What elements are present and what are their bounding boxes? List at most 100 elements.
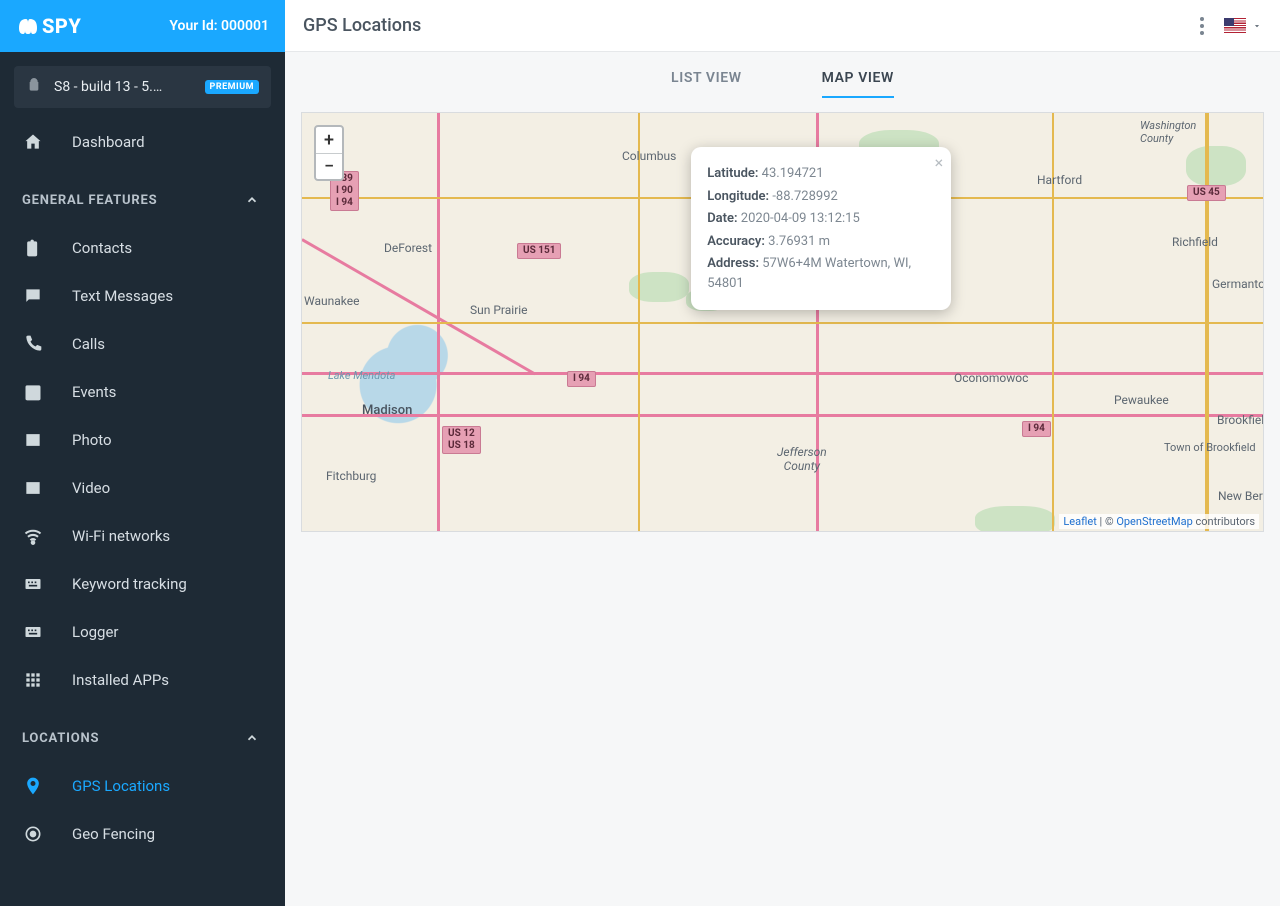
map-road — [302, 322, 1263, 324]
popup-date-label: Date: — [707, 211, 737, 226]
nav-keyword-tracking[interactable]: Keyword tracking — [0, 560, 285, 608]
map-popup: × Latitude: 43.194721 Longitude: -88.728… — [691, 147, 951, 310]
pin-icon — [22, 776, 44, 796]
road-shield: US 45 — [1187, 185, 1226, 201]
popup-lat-value: 43.194721 — [762, 166, 824, 181]
nav-contacts[interactable]: Contacts — [0, 224, 285, 272]
attribution-sep: | © — [1097, 515, 1117, 528]
video-icon — [22, 478, 44, 498]
city-label: Madison — [362, 403, 412, 418]
wifi-icon — [22, 526, 44, 546]
target-icon — [22, 824, 44, 844]
chevron-up-icon — [241, 731, 263, 745]
road-shield: US 151 — [517, 243, 561, 259]
nav-photo[interactable]: Photo — [0, 416, 285, 464]
nav-dashboard-label: Dashboard — [72, 133, 145, 151]
nav-geofencing-label: Geo Fencing — [72, 825, 155, 843]
map-road — [638, 113, 640, 531]
popup-lon-label: Longitude: — [707, 189, 769, 204]
tab-map-view[interactable]: MAP VIEW — [822, 70, 894, 98]
chevron-up-icon — [241, 193, 263, 207]
lake-label: Lake Mendota — [328, 369, 395, 382]
city-label: Columbus — [622, 149, 676, 163]
your-id: Your Id: 000001 — [169, 18, 269, 34]
map-green — [975, 506, 1055, 532]
map-road — [302, 372, 1263, 375]
brand-logo[interactable]: SPY — [16, 14, 81, 38]
section-general-title: GENERAL FEATURES — [22, 193, 157, 208]
more-menu-button[interactable] — [1194, 11, 1210, 41]
device-name: S8 - build 13 - 5.… — [54, 79, 193, 95]
popup-address-label: Address: — [707, 256, 759, 271]
image-icon — [22, 430, 44, 450]
nav-geo-fencing[interactable]: Geo Fencing — [0, 810, 285, 858]
language-selector[interactable] — [1224, 18, 1262, 33]
sidebar-header: SPY Your Id: 000001 — [0, 0, 285, 52]
view-tabs: LIST VIEW MAP VIEW — [285, 52, 1280, 112]
map-road — [302, 414, 1263, 417]
popup-lat-label: Latitude: — [707, 166, 758, 181]
road-shield: I 94 — [1022, 421, 1051, 437]
nav-events[interactable]: Events — [0, 368, 285, 416]
tab-list-view[interactable]: LIST VIEW — [671, 70, 742, 98]
attribution-tail: contributors — [1193, 515, 1255, 528]
map-attribution: Leaflet | © OpenStreetMap contributors — [1059, 514, 1259, 529]
nav-events-label: Events — [72, 383, 116, 401]
map-zoom-controls: + − — [314, 125, 344, 181]
city-label: New Berlin — [1218, 489, 1264, 503]
nav-wifi[interactable]: Wi-Fi networks — [0, 512, 285, 560]
keyboard-icon — [22, 622, 44, 642]
nav-photo-label: Photo — [72, 431, 112, 449]
sidebar: SPY Your Id: 000001 S8 - build 13 - 5.… … — [0, 0, 285, 906]
sidebar-nav: Dashboard GENERAL FEATURES Contacts Text… — [0, 118, 285, 906]
city-label: Town of Brookfield — [1164, 441, 1256, 454]
topbar: GPS Locations — [285, 0, 1280, 52]
premium-badge: PREMIUM — [205, 80, 259, 94]
section-locations-title: LOCATIONS — [22, 731, 99, 746]
nav-calls-label: Calls — [72, 335, 105, 353]
city-label: Brookfield — [1217, 413, 1264, 427]
popup-lon-value: -88.728992 — [772, 189, 837, 204]
popup-date-value: 2020-04-09 13:12:15 — [741, 211, 860, 226]
city-label: Fitchburg — [326, 469, 376, 483]
nav-gps-label: GPS Locations — [72, 777, 170, 795]
device-selector[interactable]: S8 - build 13 - 5.… PREMIUM — [14, 66, 271, 108]
keyboard-icon — [22, 574, 44, 594]
road-shield: I 94 — [567, 371, 596, 387]
leaflet-link[interactable]: Leaflet — [1063, 515, 1096, 528]
nav-logger[interactable]: Logger — [0, 608, 285, 656]
nav-text-messages[interactable]: Text Messages — [0, 272, 285, 320]
zoom-out-button[interactable]: − — [316, 153, 342, 179]
city-label: Oconomowoc — [954, 371, 1028, 385]
popup-accuracy-value: 3.76931 m — [768, 234, 830, 249]
message-icon — [22, 286, 44, 306]
city-label: Pewaukee — [1114, 393, 1169, 407]
android-icon — [26, 77, 42, 97]
nav-installed-apps-label: Installed APPs — [72, 671, 169, 689]
clipboard-icon — [22, 238, 44, 258]
nav-gps-locations[interactable]: GPS Locations — [0, 762, 285, 810]
home-icon — [22, 132, 44, 152]
chevron-down-icon — [1252, 21, 1262, 31]
zoom-in-button[interactable]: + — [316, 127, 342, 153]
popup-accuracy-label: Accuracy: — [707, 234, 765, 249]
nav-installed-apps[interactable]: Installed APPs — [0, 656, 285, 704]
section-general-features[interactable]: GENERAL FEATURES — [0, 176, 285, 224]
us-flag-icon — [1224, 18, 1246, 33]
nav-dashboard[interactable]: Dashboard — [0, 118, 285, 166]
city-label: Richfield — [1172, 235, 1218, 249]
city-label: Germantown — [1212, 277, 1264, 291]
logo-icon — [16, 16, 40, 36]
section-locations[interactable]: LOCATIONS — [0, 714, 285, 762]
popup-close-button[interactable]: × — [935, 153, 944, 172]
nav-video[interactable]: Video — [0, 464, 285, 512]
city-label: Waunakee — [304, 294, 359, 308]
osm-link[interactable]: OpenStreetMap — [1116, 515, 1192, 528]
phone-icon — [22, 334, 44, 354]
nav-calls[interactable]: Calls — [0, 320, 285, 368]
grid-icon — [22, 670, 44, 690]
city-label: Sun Prairie — [470, 303, 528, 317]
map[interactable]: I 39 I 90 I 94 US 151 I 94 US 12 US 18 I… — [301, 112, 1264, 532]
county-label: Jefferson County — [777, 445, 827, 473]
brand-text: SPY — [42, 14, 81, 38]
